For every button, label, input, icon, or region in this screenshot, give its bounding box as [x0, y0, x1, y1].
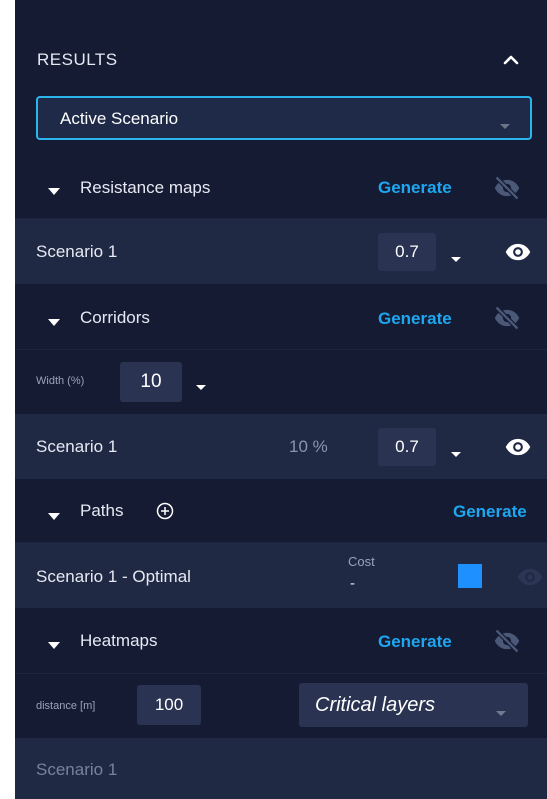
width-dropdown-icon[interactable]: [196, 377, 206, 395]
critical-layers-select[interactable]: Critical layers: [299, 683, 528, 727]
path-scenario-row: Scenario 1 - Optimal Cost -: [15, 543, 547, 608]
paths-generate-button[interactable]: Generate: [453, 502, 527, 522]
paths-header: Paths Generate: [15, 480, 547, 543]
width-value[interactable]: 10: [120, 362, 182, 402]
corridors-header: Corridors Generate: [15, 285, 547, 350]
distance-label: distance [m]: [36, 700, 96, 712]
corridors-generate-button[interactable]: Generate: [378, 309, 452, 329]
add-path-icon[interactable]: [155, 501, 175, 526]
visibility-off-icon[interactable]: [493, 174, 521, 207]
distance-value[interactable]: 100: [137, 685, 201, 725]
chevron-up-icon: [503, 55, 519, 65]
corridor-percent: 10 %: [289, 437, 328, 456]
active-scenario-select[interactable]: Active Scenario: [36, 96, 532, 140]
heatmaps-generate-button[interactable]: Generate: [378, 632, 452, 652]
paths-title: Paths: [80, 501, 124, 520]
resistance-scenario-name: Scenario 1: [36, 242, 118, 261]
active-scenario-value: Active Scenario: [60, 109, 179, 128]
cost-value: -: [350, 575, 355, 592]
resistance-opacity-dropdown-icon[interactable]: [451, 249, 461, 267]
dropdown-arrow-icon: [496, 703, 506, 721]
visibility-off-icon[interactable]: [493, 627, 521, 660]
resistance-maps-title: Resistance maps: [80, 178, 211, 197]
expand-corridors-icon[interactable]: [48, 313, 60, 331]
heatmaps-title: Heatmaps: [80, 631, 158, 650]
visibility-disabled-icon[interactable]: [516, 563, 544, 596]
corridor-opacity-dropdown-icon[interactable]: [451, 444, 461, 462]
path-scenario-name: Scenario 1 - Optimal: [36, 567, 191, 586]
resistance-generate-button[interactable]: Generate: [378, 178, 452, 198]
heatmap-scenario-name: Scenario 1: [36, 760, 118, 779]
expand-paths-icon[interactable]: [48, 507, 60, 525]
corridor-scenario-row: Scenario 1 10 % 0.7: [15, 414, 547, 479]
visibility-on-icon[interactable]: [504, 433, 532, 466]
corridors-title: Corridors: [80, 308, 150, 327]
heatmap-distance-row: distance [m] 100 Critical layers: [15, 674, 547, 737]
visibility-off-icon[interactable]: [493, 304, 521, 337]
resistance-opacity-value[interactable]: 0.7: [378, 233, 436, 271]
collapse-results-button[interactable]: [499, 48, 523, 72]
expand-resistance-icon[interactable]: [48, 182, 60, 200]
path-color-swatch[interactable]: [458, 564, 482, 588]
heatmap-scenario-row: Scenario 1: [15, 738, 547, 799]
width-label: Width (%): [36, 375, 85, 387]
expand-heatmaps-icon[interactable]: [48, 636, 60, 654]
resistance-maps-header: Resistance maps Generate: [15, 156, 547, 219]
corridor-scenario-name: Scenario 1: [36, 437, 118, 456]
corridor-width-row: Width (%) 10: [15, 350, 547, 412]
results-title: RESULTS: [37, 50, 118, 69]
cost-label: Cost: [348, 554, 375, 569]
visibility-on-icon[interactable]: [504, 238, 532, 271]
critical-layers-value: Critical layers: [315, 694, 436, 716]
resistance-scenario-row: Scenario 1 0.7: [15, 219, 547, 284]
corridor-opacity-value[interactable]: 0.7: [378, 428, 436, 466]
dropdown-arrow-icon: [500, 116, 510, 134]
heatmaps-header: Heatmaps Generate: [15, 609, 547, 674]
results-panel: RESULTS Active Scenario Resistance maps …: [15, 0, 547, 799]
